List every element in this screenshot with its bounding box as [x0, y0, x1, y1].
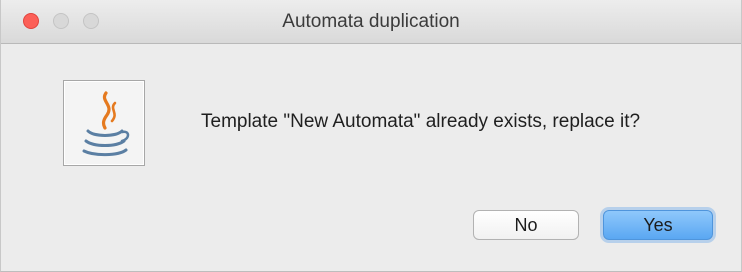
dialog-window: Automata duplication Template "New Autom…	[0, 0, 742, 272]
dialog-message: Template "New Automata" already exists, …	[201, 111, 641, 132]
java-icon	[63, 80, 145, 166]
title-bar[interactable]: Automata duplication	[1, 0, 741, 44]
no-button[interactable]: No	[473, 210, 579, 240]
yes-button[interactable]: Yes	[603, 210, 713, 240]
window-title: Automata duplication	[282, 11, 460, 32]
